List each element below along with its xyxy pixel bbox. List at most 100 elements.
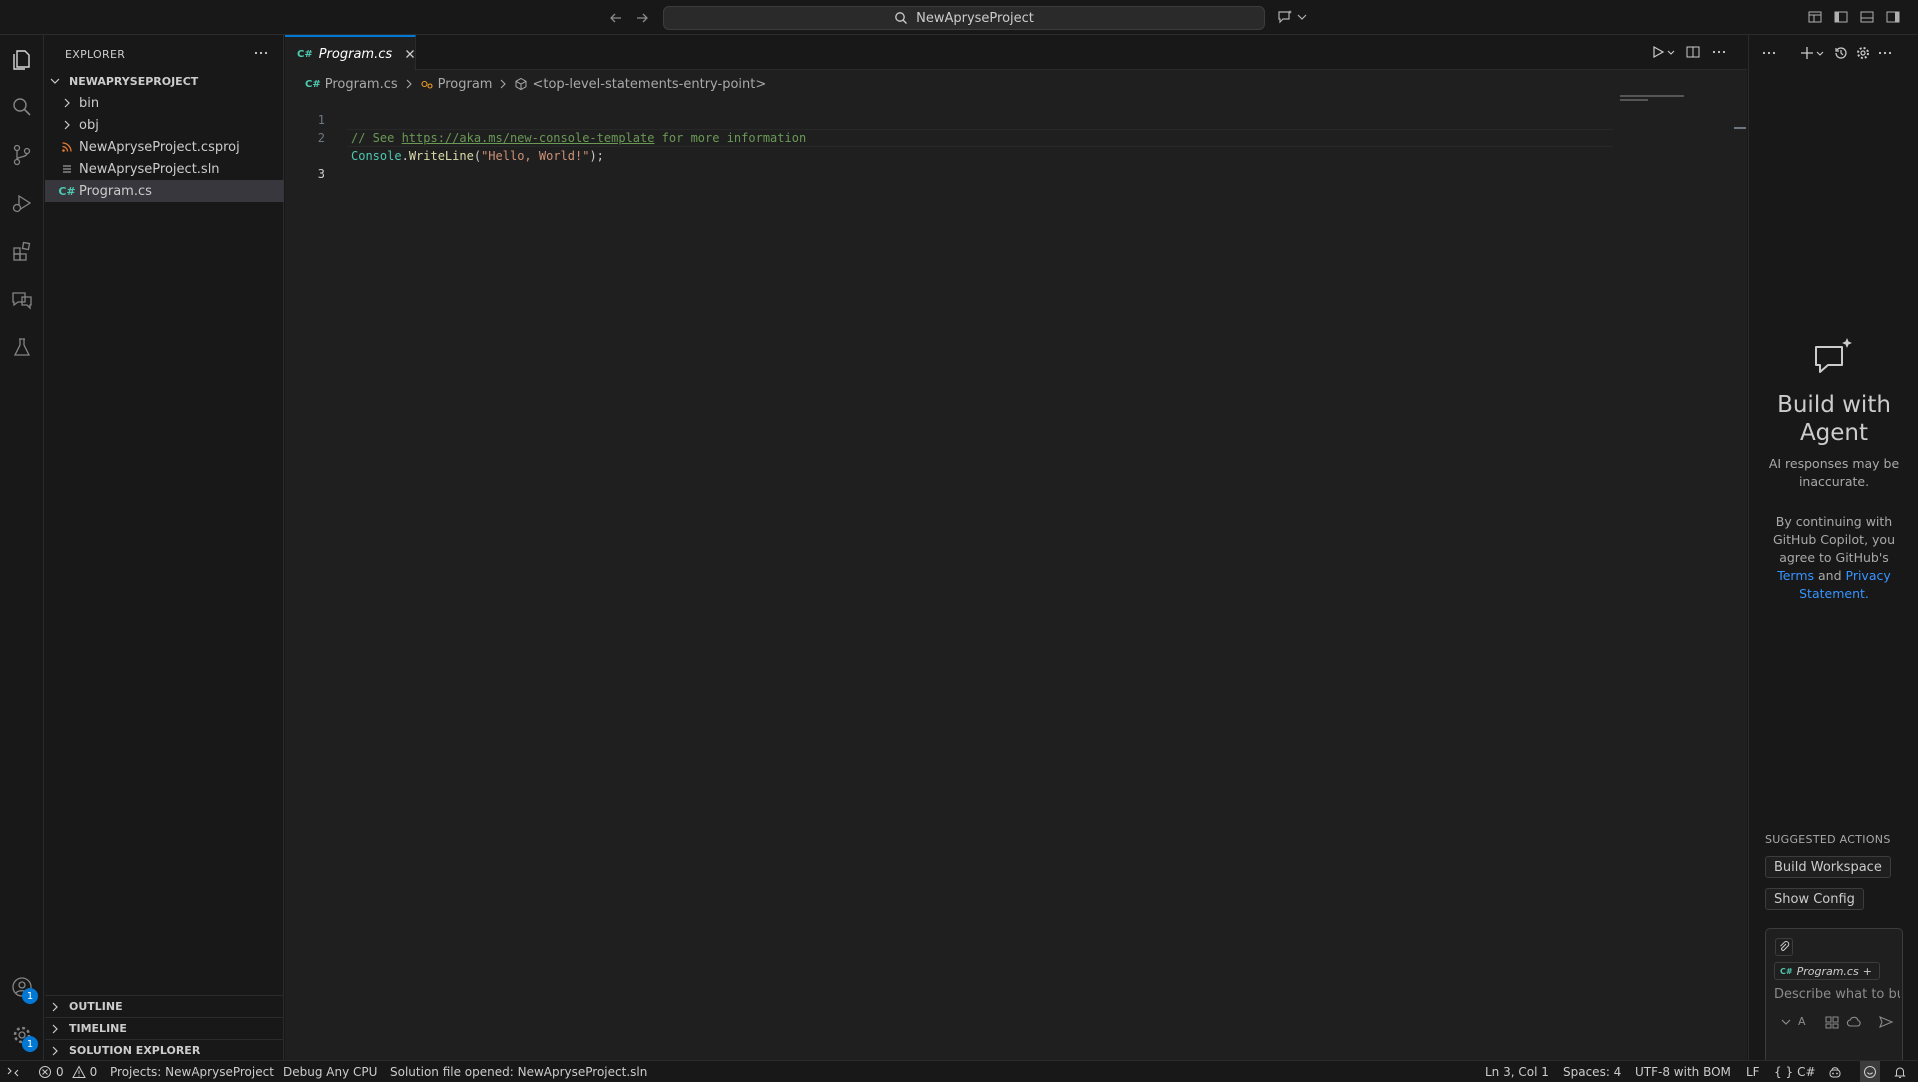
send-icon[interactable]	[1878, 1014, 1894, 1030]
csharp-file-icon: C#	[297, 48, 313, 60]
chevron-down-icon[interactable]	[1666, 44, 1676, 60]
command-center-search[interactable]: NewApryseProject	[663, 6, 1265, 30]
tools-icon[interactable]	[1824, 1014, 1840, 1030]
code-editor[interactable]: 1 // See https://aka.ms/new-console-temp…	[285, 93, 1615, 181]
source-control-icon[interactable]	[8, 141, 36, 169]
section-solution-explorer[interactable]: SOLUTION EXPLORER	[45, 1039, 284, 1061]
remote-icon	[6, 1065, 20, 1079]
punctuation-token: );	[589, 149, 604, 163]
chevron-down-icon	[47, 73, 63, 89]
attach-paperclip-icon[interactable]	[1775, 938, 1793, 956]
breadcrumb-item-symbol[interactable]: <top-level-statements-entry-point>	[532, 77, 766, 92]
chevron-right-icon	[47, 1043, 63, 1059]
new-chat-plus-icon[interactable]	[1799, 45, 1815, 61]
back-arrow-icon[interactable]	[606, 8, 626, 28]
notifications[interactable]	[1893, 1061, 1907, 1082]
more-actions-icon[interactable]	[1711, 44, 1727, 60]
build-workspace-button[interactable]: Build Workspace	[1765, 856, 1891, 878]
language-label: C#	[1797, 1065, 1816, 1079]
activity-bar: 1 1	[0, 35, 44, 1060]
history-icon[interactable]	[1833, 45, 1849, 61]
chevron-right-icon	[47, 1021, 63, 1037]
chat-panel: Build with Agent AI responses may be ina…	[1748, 35, 1918, 1078]
suggested-actions-title: SUGGESTED ACTIONS	[1765, 833, 1891, 846]
csharp-file-icon: C#	[305, 78, 321, 90]
toggle-primary-sidebar-icon[interactable]	[1832, 8, 1850, 26]
toggle-secondary-sidebar-icon[interactable]	[1884, 8, 1902, 26]
terms-text: .	[1864, 586, 1869, 601]
copilot-agent-status[interactable]	[1860, 1061, 1880, 1082]
cursor-position[interactable]: Ln 3, Col 1	[1485, 1061, 1549, 1082]
code-text: Console.WriteLine("Hello, World!");	[351, 147, 604, 165]
more-actions-icon[interactable]	[1761, 45, 1777, 61]
mode-picker-label[interactable]: A	[1798, 1015, 1812, 1031]
breadcrumb-item-class[interactable]: Program	[438, 77, 493, 92]
testing-flask-icon[interactable]	[8, 333, 36, 361]
settings-gear-icon[interactable]	[1855, 45, 1871, 61]
tree-item-program-cs[interactable]: C# Program.cs	[45, 180, 284, 202]
debug-configuration[interactable]: Debug Any CPU	[283, 1061, 377, 1082]
show-config-button[interactable]: Show Config	[1765, 888, 1864, 910]
language-mode[interactable]: { } C#	[1774, 1061, 1816, 1082]
warning-count: 0	[89, 1065, 98, 1079]
tree-item-label: bin	[79, 95, 100, 111]
explorer-files-icon[interactable]	[8, 45, 36, 73]
run-play-icon[interactable]	[1650, 44, 1666, 60]
chat-prompt-input[interactable]: Describe what to build	[1774, 987, 1900, 1002]
chat-sparkle-icon	[1810, 335, 1858, 383]
string-token: "Hello, World!"	[481, 149, 590, 163]
split-editor-icon[interactable]	[1685, 44, 1701, 60]
tree-item-bin[interactable]: bin	[45, 92, 284, 114]
tree-item-csproj[interactable]: NewApryseProject.csproj	[45, 136, 284, 158]
copilot-chat-icon[interactable]	[1276, 8, 1294, 26]
end-of-line[interactable]: LF	[1746, 1061, 1760, 1082]
chat-terms-notice: By continuing with GitHub Copilot, you a…	[1767, 513, 1901, 603]
context-file-chip[interactable]: C# Program.cs +	[1774, 962, 1880, 980]
overview-ruler-marker	[1734, 127, 1746, 129]
more-actions-icon[interactable]	[253, 45, 269, 61]
search-icon[interactable]	[8, 93, 36, 121]
class-symbol-icon	[420, 77, 434, 91]
remote-indicator[interactable]	[6, 1061, 20, 1082]
chat-icon[interactable]	[8, 285, 36, 313]
tree-item-sln[interactable]: NewApryseProject.sln	[45, 158, 284, 180]
forward-arrow-icon[interactable]	[632, 8, 652, 28]
chevron-right-icon	[47, 999, 63, 1015]
terms-text: and	[1814, 568, 1846, 583]
terms-link[interactable]: Terms	[1777, 568, 1814, 583]
indentation-setting[interactable]: Spaces: 4	[1563, 1061, 1621, 1082]
section-label: OUTLINE	[69, 1000, 123, 1013]
section-outline[interactable]: OUTLINE	[45, 995, 284, 1017]
punctuation-token: .	[401, 149, 409, 163]
more-actions-icon[interactable]	[1877, 45, 1893, 61]
problems-indicator[interactable]: 0 0	[38, 1061, 97, 1082]
extensions-icon[interactable]	[8, 237, 36, 265]
cloud-delegate-icon[interactable]	[1846, 1014, 1862, 1030]
customize-layout-icon[interactable]	[1806, 8, 1824, 26]
projects-status[interactable]: Projects: NewApryseProject	[110, 1061, 274, 1082]
breadcrumb-item-file[interactable]: Program.cs	[325, 77, 398, 92]
section-timeline[interactable]: TIMELINE	[45, 1017, 284, 1039]
copilot-icon	[1828, 1065, 1842, 1079]
toggle-panel-icon[interactable]	[1858, 8, 1876, 26]
file-encoding[interactable]: UTF-8 with BOM	[1635, 1061, 1731, 1082]
method-token: WriteLine	[408, 149, 474, 163]
code-line: 1 // See https://aka.ms/new-console-temp…	[285, 93, 1615, 145]
error-count: 0	[56, 1065, 64, 1079]
editor-area: C# Program.cs C# Program.cs Program <top…	[285, 35, 1747, 1060]
chevron-down-icon[interactable]	[1778, 1014, 1794, 1030]
copilot-status[interactable]	[1828, 1061, 1842, 1082]
minimap-line	[1620, 95, 1684, 97]
add-context-plus-icon[interactable]: +	[1863, 965, 1872, 978]
chevron-down-icon[interactable]	[1815, 45, 1825, 61]
tab-program-cs[interactable]: C# Program.cs	[285, 35, 416, 71]
lines-file-icon	[59, 161, 75, 177]
minimap[interactable]	[1620, 93, 1730, 133]
tree-item-obj[interactable]: obj	[45, 114, 284, 136]
close-icon[interactable]	[402, 46, 418, 62]
workspace-root-label: NEWAPRYSEPROJECT	[69, 74, 199, 88]
chevron-down-icon[interactable]	[1296, 8, 1308, 26]
run-and-debug-icon[interactable]	[8, 189, 36, 217]
command-center-label: NewApryseProject	[916, 10, 1034, 26]
workspace-root-header[interactable]: NEWAPRYSEPROJECT	[45, 70, 284, 92]
